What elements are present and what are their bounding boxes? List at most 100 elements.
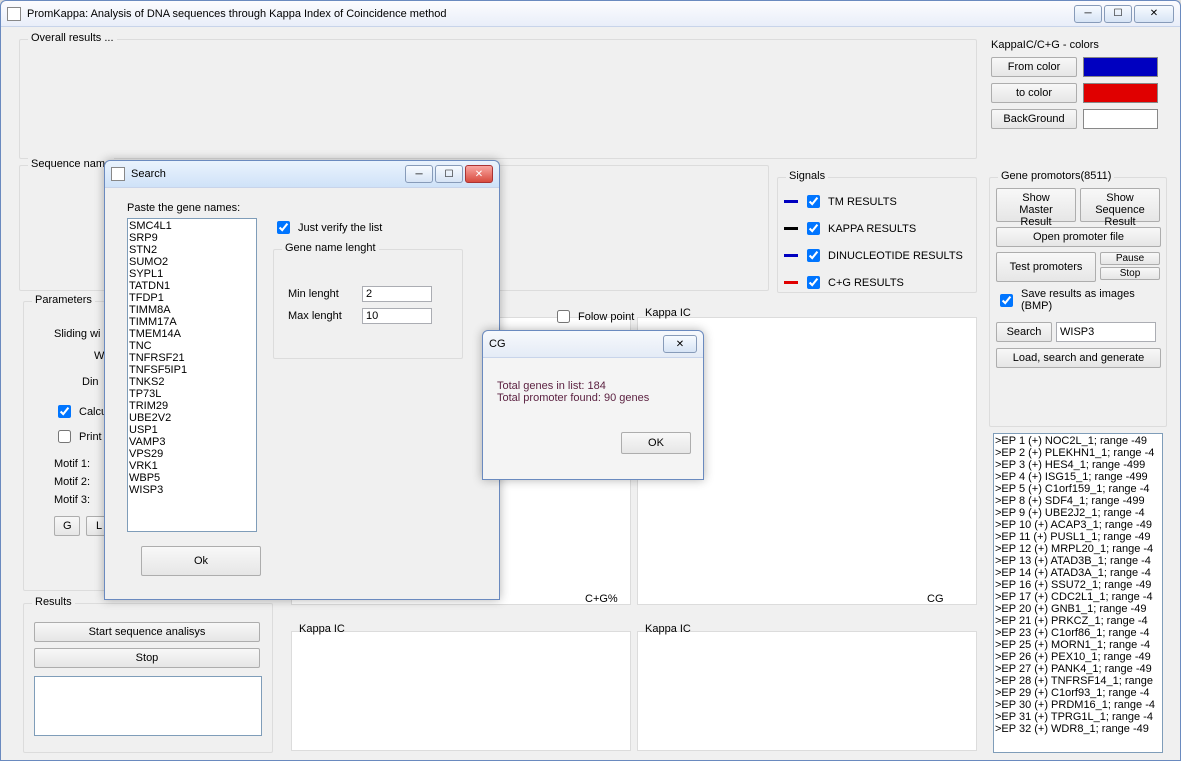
promoter-item[interactable]: >EP 17 (+) CDC2L1_1; range -4 bbox=[995, 591, 1161, 603]
gene-item[interactable]: TIMM17A bbox=[129, 316, 255, 328]
promoter-item[interactable]: >EP 2 (+) PLEKHN1_1; range -4 bbox=[995, 447, 1161, 459]
verify-list-checkbox[interactable]: Just verify the list bbox=[273, 218, 485, 237]
gene-item[interactable]: TMEM14A bbox=[129, 328, 255, 340]
to-color-button[interactable]: to color bbox=[991, 83, 1077, 103]
from-color-button[interactable]: From color bbox=[991, 57, 1077, 77]
promoter-item[interactable]: >EP 3 (+) HES4_1; range -499 bbox=[995, 459, 1161, 471]
gene-item[interactable]: TNKS2 bbox=[129, 376, 255, 388]
promoter-item[interactable]: >EP 21 (+) PRKCZ_1; range -4 bbox=[995, 615, 1161, 627]
search-close-button[interactable]: ✕ bbox=[465, 165, 493, 183]
gene-item[interactable]: TATDN1 bbox=[129, 280, 255, 292]
show-master-button[interactable]: Show Master Result bbox=[996, 188, 1076, 222]
gene-item[interactable]: VPS29 bbox=[129, 448, 255, 460]
gene-item[interactable]: TP73L bbox=[129, 388, 255, 400]
gene-length-group: Gene name lenght Min lenght Max lenght bbox=[273, 249, 463, 359]
kappa-ic-label-1: Kappa IC bbox=[645, 307, 691, 319]
kappa-ic-label-3: Kappa IC bbox=[645, 623, 691, 635]
promoter-item[interactable]: >EP 14 (+) ATAD3A_1; range -4 bbox=[995, 567, 1161, 579]
minimize-button[interactable]: ─ bbox=[1074, 5, 1102, 23]
promoter-item[interactable]: >EP 8 (+) SDF4_1; range -499 bbox=[995, 495, 1161, 507]
gene-item[interactable]: USP1 bbox=[129, 424, 255, 436]
gene-item[interactable]: TNC bbox=[129, 340, 255, 352]
follow-point-checkbox[interactable]: Folow point bbox=[553, 307, 634, 326]
gene-item[interactable]: SUMO2 bbox=[129, 256, 255, 268]
load-generate-button[interactable]: Load, search and generate bbox=[996, 348, 1161, 368]
search-minimize-button[interactable]: ─ bbox=[405, 165, 433, 183]
gene-list[interactable]: SMC4L1SRP9STN2SUMO2SYPL1TATDN1TFDP1TIMM8… bbox=[127, 218, 257, 532]
signal-checkbox[interactable] bbox=[807, 276, 820, 289]
signal-color-swatch bbox=[784, 281, 798, 284]
signal-color-swatch bbox=[784, 227, 798, 230]
gene-item[interactable]: TIMM8A bbox=[129, 304, 255, 316]
search-field[interactable] bbox=[1056, 322, 1156, 342]
background-swatch[interactable] bbox=[1083, 109, 1158, 129]
search-button[interactable]: Search bbox=[996, 322, 1052, 342]
promoter-item[interactable]: >EP 25 (+) MORN1_1; range -4 bbox=[995, 639, 1161, 651]
results-group: Results Start sequence analisys Stop bbox=[23, 603, 273, 753]
test-promoters-button[interactable]: Test promoters bbox=[996, 252, 1096, 282]
show-sequence-button[interactable]: Show Sequence Result bbox=[1080, 188, 1160, 222]
promoter-item[interactable]: >EP 31 (+) TPRG1L_1; range -4 bbox=[995, 711, 1161, 723]
signal-color-swatch bbox=[784, 200, 798, 203]
message-ok-button[interactable]: OK bbox=[621, 432, 691, 454]
signal-checkbox[interactable] bbox=[807, 195, 820, 208]
search-maximize-button[interactable]: ☐ bbox=[435, 165, 463, 183]
promoter-item[interactable]: >EP 9 (+) UBE2J2_1; range -4 bbox=[995, 507, 1161, 519]
max-length-field[interactable] bbox=[362, 308, 432, 324]
promoter-item[interactable]: >EP 20 (+) GNB1_1; range -49 bbox=[995, 603, 1161, 615]
gene-item[interactable]: VRK1 bbox=[129, 460, 255, 472]
gene-item[interactable]: SMC4L1 bbox=[129, 220, 255, 232]
gene-item[interactable]: STN2 bbox=[129, 244, 255, 256]
gene-item[interactable]: TFDP1 bbox=[129, 292, 255, 304]
open-promoter-button[interactable]: Open promoter file bbox=[996, 227, 1161, 247]
gene-item[interactable]: WISP3 bbox=[129, 484, 255, 496]
to-color-swatch[interactable] bbox=[1083, 83, 1158, 103]
promoter-item[interactable]: >EP 32 (+) WDR8_1; range -49 bbox=[995, 723, 1161, 735]
results-list[interactable] bbox=[34, 676, 262, 736]
gene-item[interactable]: UBE2V2 bbox=[129, 412, 255, 424]
promoters-list[interactable]: >EP 1 (+) NOC2L_1; range -49>EP 2 (+) PL… bbox=[993, 433, 1163, 753]
message-close-button[interactable]: ✕ bbox=[663, 335, 697, 353]
gene-item[interactable]: SYPL1 bbox=[129, 268, 255, 280]
pause-button[interactable]: Pause bbox=[1100, 252, 1160, 265]
paste-genes-label: Paste the gene names: bbox=[127, 202, 485, 214]
g-button[interactable]: G bbox=[54, 516, 80, 536]
close-button[interactable]: ✕ bbox=[1134, 5, 1174, 23]
min-length-field[interactable] bbox=[362, 286, 432, 302]
background-button[interactable]: BackGround bbox=[991, 109, 1077, 129]
promoter-item[interactable]: >EP 1 (+) NOC2L_1; range -49 bbox=[995, 435, 1161, 447]
gene-item[interactable]: TNFRSF21 bbox=[129, 352, 255, 364]
app-icon bbox=[7, 7, 21, 21]
gene-item[interactable]: WBP5 bbox=[129, 472, 255, 484]
from-color-swatch[interactable] bbox=[1083, 57, 1158, 77]
promoter-item[interactable]: >EP 4 (+) ISG15_1; range -499 bbox=[995, 471, 1161, 483]
promoter-item[interactable]: >EP 26 (+) PEX10_1; range -49 bbox=[995, 651, 1161, 663]
parameters-label: Parameters bbox=[32, 294, 95, 306]
message-title: CG bbox=[489, 338, 506, 350]
gene-item[interactable]: VAMP3 bbox=[129, 436, 255, 448]
save-images-checkbox[interactable]: Save results as images (BMP) bbox=[996, 288, 1160, 312]
promoter-item[interactable]: >EP 27 (+) PANK4_1; range -49 bbox=[995, 663, 1161, 675]
gene-item[interactable]: TNFSF5IP1 bbox=[129, 364, 255, 376]
search-dialog: Search ─ ☐ ✕ Paste the gene names: SMC4L… bbox=[104, 160, 500, 600]
promoter-item[interactable]: >EP 13 (+) ATAD3B_1; range -4 bbox=[995, 555, 1161, 567]
promoter-item[interactable]: >EP 30 (+) PRDM16_1; range -4 bbox=[995, 699, 1161, 711]
promoter-item[interactable]: >EP 11 (+) PUSL1_1; range -49 bbox=[995, 531, 1161, 543]
start-analysis-button[interactable]: Start sequence analisys bbox=[34, 622, 260, 642]
search-ok-button[interactable]: Ok bbox=[141, 546, 261, 576]
maximize-button[interactable]: ☐ bbox=[1104, 5, 1132, 23]
promoter-item[interactable]: >EP 16 (+) SSU72_1; range -49 bbox=[995, 579, 1161, 591]
gene-item[interactable]: SRP9 bbox=[129, 232, 255, 244]
promoter-item[interactable]: >EP 10 (+) ACAP3_1; range -49 bbox=[995, 519, 1161, 531]
promoter-item[interactable]: >EP 23 (+) C1orf86_1; range -4 bbox=[995, 627, 1161, 639]
promoter-item[interactable]: >EP 28 (+) TNFRSF14_1; range bbox=[995, 675, 1161, 687]
promoter-item[interactable]: >EP 29 (+) C1orf93_1; range -4 bbox=[995, 687, 1161, 699]
gene-item[interactable]: TRIM29 bbox=[129, 400, 255, 412]
stop-analysis-button[interactable]: Stop bbox=[34, 648, 260, 668]
signal-checkbox[interactable] bbox=[807, 249, 820, 262]
signal-label: C+G RESULTS bbox=[828, 277, 904, 289]
promoter-item[interactable]: >EP 5 (+) C1orf159_1; range -4 bbox=[995, 483, 1161, 495]
promoter-item[interactable]: >EP 12 (+) MRPL20_1; range -4 bbox=[995, 543, 1161, 555]
promoters-stop-button[interactable]: Stop bbox=[1100, 267, 1160, 280]
signal-checkbox[interactable] bbox=[807, 222, 820, 235]
